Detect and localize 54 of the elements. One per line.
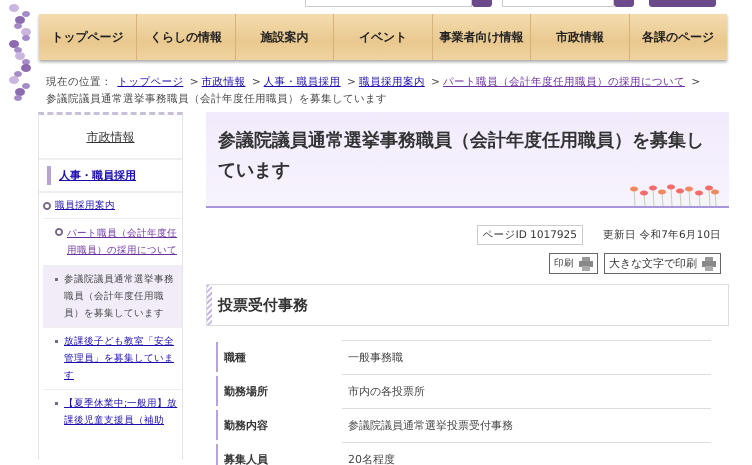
sidebar-item[interactable]: 職員採用案内: [55, 199, 115, 212]
table-header-cell: 勤務場所: [216, 376, 342, 406]
breadcrumb-link[interactable]: トップページ: [117, 76, 184, 88]
nav-item[interactable]: 事業者向け情報: [432, 14, 532, 60]
table-cell: 一般事務職: [342, 340, 711, 374]
breadcrumb-label: 現在の位置：: [46, 76, 112, 88]
search-button[interactable]: [472, 0, 492, 7]
breadcrumb-separator: >: [691, 76, 700, 88]
printer-icon: [579, 256, 593, 270]
sidebar-item[interactable]: パート職員（会計年度任用職員）の採用について: [67, 225, 180, 259]
nav-item[interactable]: くらしの情報: [137, 14, 236, 60]
breadcrumb-link[interactable]: パート職員（会計年度任用職員）の採用について: [442, 76, 685, 88]
stripe-accent-icon: [207, 285, 212, 325]
bullet-icon: [55, 278, 58, 281]
section-heading: 投票受付事務: [218, 296, 308, 314]
table-header-cell: 募集人員: [216, 444, 342, 465]
breadcrumb-link[interactable]: 職員採用案内: [358, 76, 425, 88]
sidebar-section-link[interactable]: 人事・職員採用: [59, 169, 136, 182]
page-title: 参議院議員通常選挙事務職員（会計年度任用職員）を募集しています: [218, 129, 705, 183]
table-header-cell: 職種: [216, 342, 342, 372]
bullet-icon: [55, 402, 58, 405]
nav-item[interactable]: イベント: [334, 14, 433, 60]
table-cell: 市内の各投票所: [342, 374, 711, 408]
ring-bullet-icon: [55, 228, 63, 236]
search-field[interactable]: [502, 0, 614, 7]
nav-item[interactable]: 各課のページ: [630, 14, 727, 60]
breadcrumb-separator: >: [190, 76, 198, 88]
sidebar-item[interactable]: 【夏季休業中;一般用】放課後児童支援員（補助: [64, 395, 180, 429]
search-field[interactable]: [305, 0, 472, 7]
printer-icon: [702, 256, 716, 270]
ring-bullet-icon: [43, 202, 51, 210]
bullet-icon: [55, 340, 58, 343]
breadcrumb-current: 参議院議員通常選挙事務職員（会計年度任用職員）を募集しています: [46, 92, 387, 107]
nav-item[interactable]: トップページ: [39, 14, 138, 60]
header-button[interactable]: [649, 0, 716, 7]
sidebar-item[interactable]: 放課後子ども教室「安全管理員」を募集しています: [64, 333, 180, 384]
table-header-cell: 勤務内容: [216, 410, 342, 440]
nav-item[interactable]: 施設案内: [236, 14, 334, 60]
breadcrumb-link[interactable]: 市政情報: [202, 76, 246, 88]
breadcrumb-separator: >: [252, 76, 261, 88]
search-button[interactable]: [614, 0, 634, 7]
nav-item[interactable]: 市政情報: [531, 14, 630, 60]
breadcrumb-separator: >: [431, 76, 440, 88]
print-button[interactable]: 印刷: [549, 253, 598, 274]
page-id: ページID 1017925: [476, 225, 583, 245]
table-cell: 20名程度: [342, 442, 711, 465]
current-page-text: 参議院議員通常選挙事務職員（会計年度任用職員）を募集しています: [64, 273, 175, 321]
sidebar-title-link[interactable]: 市政情報: [86, 130, 134, 144]
updated-date: 更新日 令和7年6月10日: [602, 228, 721, 242]
sidebar-item-current[interactable]: 参議院議員通常選挙事務職員（会計年度任用職員）を募集しています: [43, 265, 182, 327]
breadcrumb-separator: >: [347, 76, 356, 88]
table-cell: 参議院議員通常選挙投票受付事務: [342, 408, 711, 442]
print-button[interactable]: 大きな文字で印刷: [604, 253, 721, 274]
breadcrumb-link[interactable]: 人事・職員採用: [264, 76, 341, 88]
